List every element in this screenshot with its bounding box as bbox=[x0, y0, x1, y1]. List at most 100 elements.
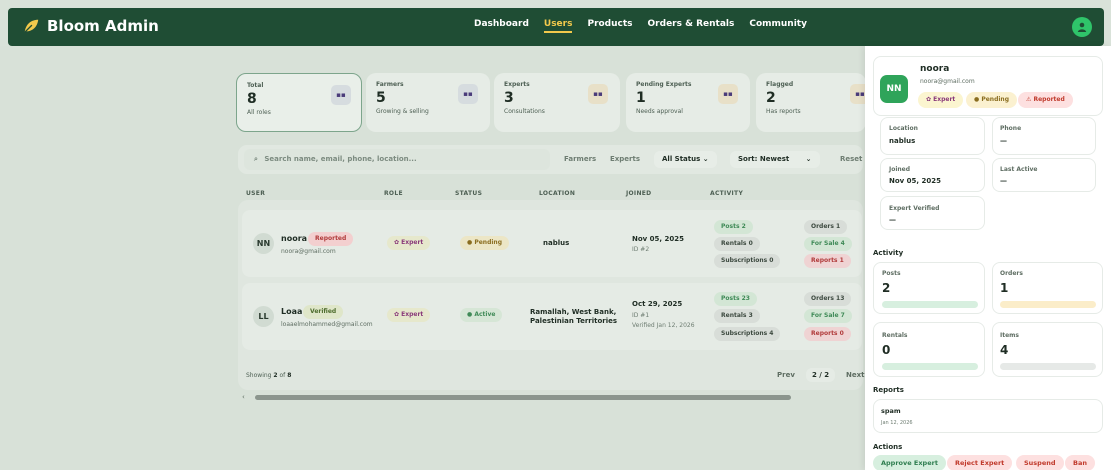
location-line-2: Palestinian Territories bbox=[530, 317, 618, 325]
activity-pill: Reports 1 bbox=[804, 254, 851, 268]
activity-value: 0 bbox=[882, 343, 891, 357]
status-select-value: All Status bbox=[662, 155, 701, 163]
col-user: USER bbox=[246, 190, 266, 197]
field-label: Location bbox=[889, 125, 918, 132]
user-email: loaaelmohammed@gmail.com bbox=[281, 321, 373, 328]
brand[interactable]: Bloom Admin bbox=[22, 17, 159, 35]
main-nav: Dashboard Users Products Orders & Rental… bbox=[474, 19, 807, 33]
users-icon: ▪▪ bbox=[718, 84, 738, 104]
filter-farmers[interactable]: Farmers bbox=[564, 155, 596, 163]
badge-label: Expert bbox=[933, 96, 956, 103]
reset-button[interactable]: Reset bbox=[840, 155, 862, 163]
sort-select[interactable]: Sort: Newest ⌄ bbox=[730, 151, 820, 168]
showing-prefix: Showing bbox=[246, 372, 272, 379]
field-value: — bbox=[889, 216, 896, 224]
stat-card-total[interactable]: Total 8 All roles ▪▪ bbox=[236, 73, 362, 132]
stat-card-farmers[interactable]: Farmers 5 Growing & selling ▪▪ bbox=[366, 73, 490, 132]
activity-value: 4 bbox=[1000, 343, 1009, 357]
field-location bbox=[880, 117, 985, 155]
stat-sub: Needs approval bbox=[636, 108, 683, 115]
field-value: nablus bbox=[889, 137, 916, 145]
report-date: Jan 12, 2026 bbox=[881, 420, 913, 426]
users-icon: ▪▪ bbox=[588, 84, 608, 104]
field-label: Last Active bbox=[1000, 166, 1038, 173]
reports-title: Reports bbox=[873, 386, 904, 394]
account-avatar[interactable] bbox=[1072, 17, 1092, 37]
col-status: STATUS bbox=[455, 190, 483, 197]
user-id: ID #2 bbox=[632, 246, 650, 253]
top-bar: Bloom Admin Dashboard Users Products Ord… bbox=[8, 8, 1104, 46]
status-pill: ● Active bbox=[460, 308, 503, 322]
status-label: Pending bbox=[474, 239, 502, 246]
horizontal-scrollbar[interactable] bbox=[255, 395, 791, 400]
filter-toolbar: ⌕ Search name, email, phone, location...… bbox=[238, 145, 863, 174]
user-name[interactable]: noora bbox=[281, 234, 307, 243]
ban-button[interactable]: Ban bbox=[1065, 455, 1095, 470]
search-input[interactable]: ⌕ Search name, email, phone, location... bbox=[244, 149, 550, 170]
nav-orders-rentals[interactable]: Orders & Rentals bbox=[648, 19, 735, 33]
chevron-down-icon: ⌄ bbox=[805, 155, 812, 163]
field-label: Expert Verified bbox=[889, 205, 940, 212]
field-phone bbox=[992, 117, 1096, 155]
status-badge: Reported bbox=[308, 232, 354, 246]
search-placeholder: Search name, email, phone, location... bbox=[264, 155, 417, 163]
panel-badge-pending: ● Pending bbox=[966, 92, 1017, 108]
panel-user-email: noora@gmail.com bbox=[920, 78, 975, 85]
stat-sub: Growing & selling bbox=[376, 108, 429, 115]
role-label: Expert bbox=[401, 239, 424, 246]
panel-badge-expert: ✿ Expert bbox=[918, 92, 964, 108]
user-email: noora@gmail.com bbox=[281, 248, 336, 255]
nav-products[interactable]: Products bbox=[587, 19, 632, 33]
activity-pill: Rentals 0 bbox=[714, 237, 760, 251]
scroll-left-icon[interactable]: ‹ bbox=[242, 393, 245, 401]
activity-label: Items bbox=[1000, 332, 1019, 339]
users-icon: ▪▪ bbox=[331, 85, 351, 105]
nav-community[interactable]: Community bbox=[749, 19, 807, 33]
app-title: Bloom Admin bbox=[47, 17, 159, 35]
report-item bbox=[873, 399, 1103, 433]
filter-experts[interactable]: Experts bbox=[610, 155, 640, 163]
user-name[interactable]: Loaa bbox=[281, 307, 302, 316]
activity-pill: For Sale 4 bbox=[804, 237, 852, 251]
user-id: ID #1 bbox=[632, 312, 650, 319]
suspend-button[interactable]: Suspend bbox=[1016, 455, 1064, 470]
activity-value: 2 bbox=[882, 281, 891, 295]
stat-sub: All roles bbox=[247, 109, 271, 116]
activity-bar bbox=[882, 363, 978, 370]
col-joined: JOINED bbox=[626, 190, 652, 197]
reject-expert-button[interactable]: Reject Expert bbox=[947, 455, 1013, 470]
activity-pill: Posts 2 bbox=[714, 220, 753, 234]
activity-bar bbox=[882, 301, 978, 308]
nav-dashboard[interactable]: Dashboard bbox=[474, 19, 529, 33]
activity-pill: Posts 23 bbox=[714, 292, 757, 306]
badge-label: Pending bbox=[981, 96, 1009, 103]
stat-card-flagged[interactable]: Flagged 2 Has reports ▪▪ bbox=[756, 73, 870, 132]
activity-label: Rentals bbox=[882, 332, 908, 339]
showing-count: Showing 2 of 8 bbox=[246, 372, 291, 379]
location: nablus bbox=[543, 239, 570, 247]
badge-label: Reported bbox=[1033, 96, 1065, 103]
activity-pill: Rentals 3 bbox=[714, 309, 760, 323]
stat-label: Flagged bbox=[766, 81, 794, 88]
showing-total: 8 bbox=[287, 372, 292, 379]
prev-button[interactable]: Prev bbox=[771, 368, 801, 382]
field-last-active bbox=[992, 158, 1096, 192]
stat-sub: Consultations bbox=[504, 108, 545, 115]
field-value: — bbox=[1000, 177, 1007, 185]
role-pill: ✿ Expert bbox=[387, 236, 431, 250]
stat-sub: Has reports bbox=[766, 108, 801, 115]
activity-pill: Orders 1 bbox=[804, 220, 848, 234]
status-select[interactable]: All Status ⌄ bbox=[654, 151, 717, 168]
col-activity: ACTIVITY bbox=[710, 190, 744, 197]
showing-of: of bbox=[279, 372, 286, 379]
panel-user-name: noora bbox=[920, 64, 950, 74]
avatar: NN bbox=[253, 233, 274, 254]
joined-date: Oct 29, 2025 bbox=[632, 300, 683, 308]
showing-number: 2 bbox=[273, 372, 278, 379]
stat-card-pending-experts[interactable]: Pending Experts 1 Needs approval ▪▪ bbox=[626, 73, 750, 132]
sort-select-value: Sort: Newest bbox=[738, 155, 790, 163]
activity-pill: Subscriptions 4 bbox=[714, 327, 781, 341]
stat-card-experts[interactable]: Experts 3 Consultations ▪▪ bbox=[494, 73, 620, 132]
nav-users[interactable]: Users bbox=[543, 19, 573, 33]
approve-expert-button[interactable]: Approve Expert bbox=[873, 455, 946, 470]
